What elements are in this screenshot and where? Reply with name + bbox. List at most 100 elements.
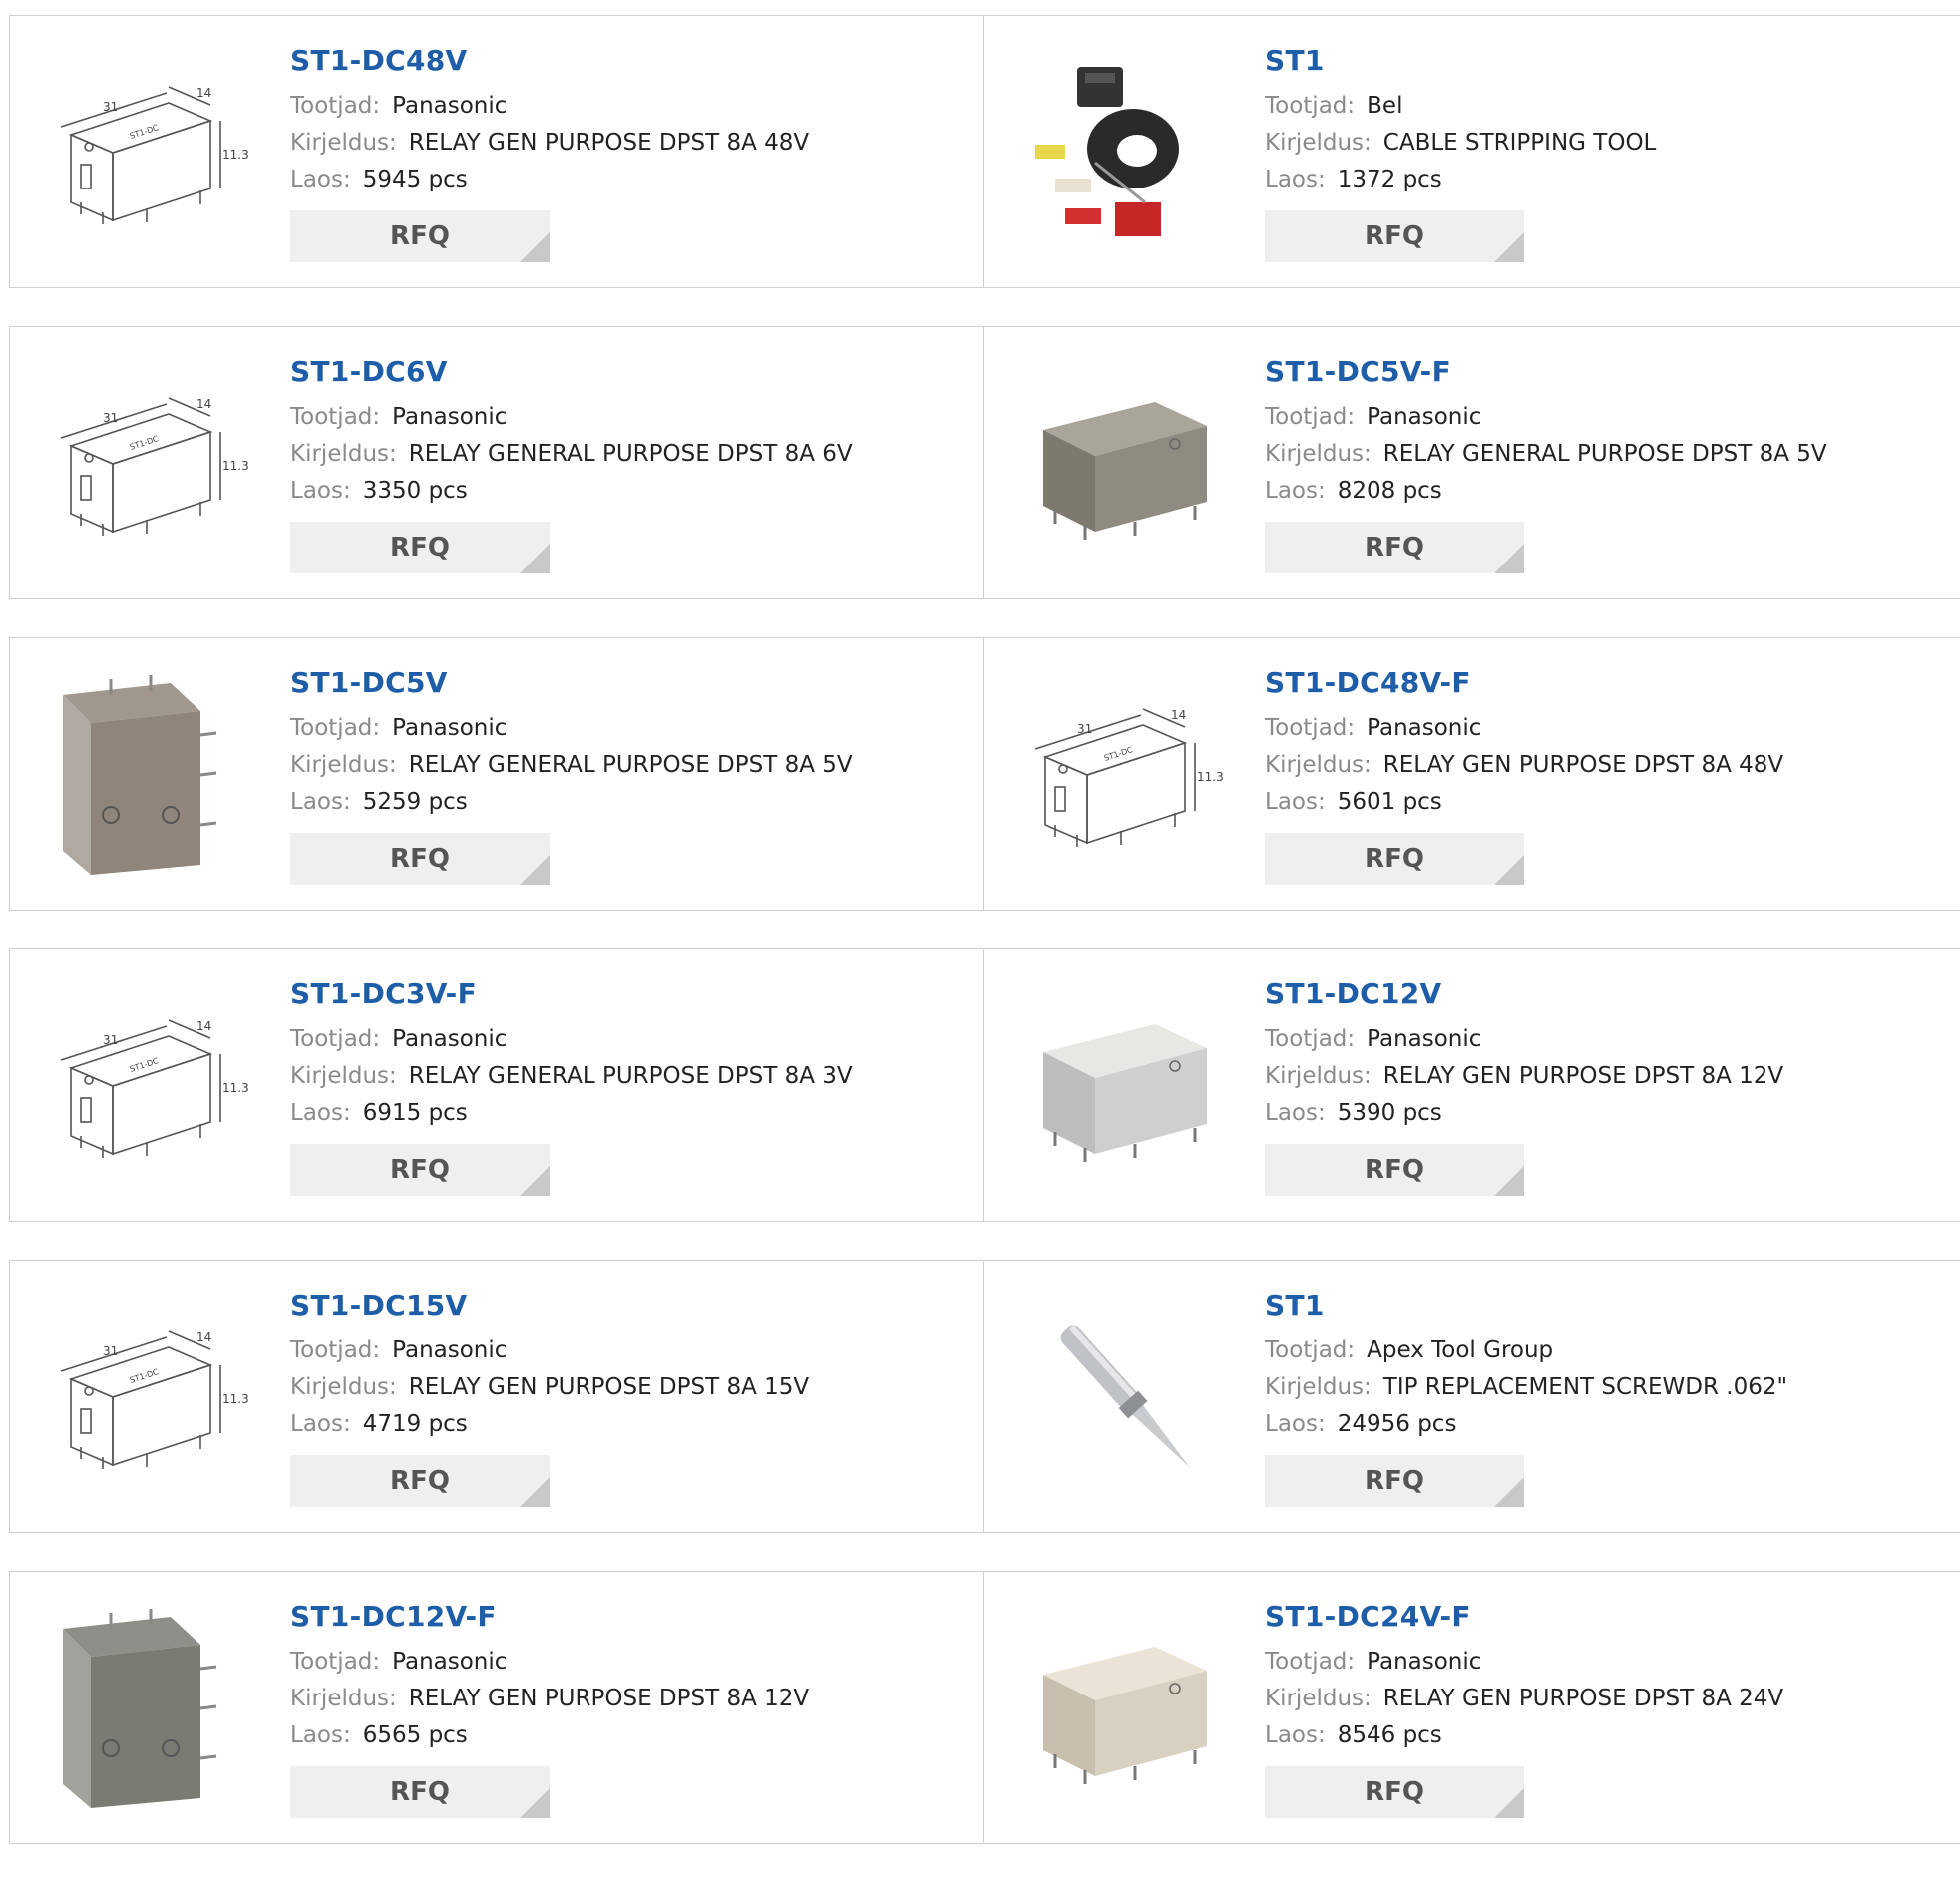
manufacturer-line: Tootjad: Panasonic	[290, 1644, 809, 1681]
product-image[interactable]	[1022, 983, 1227, 1188]
svg-text:14: 14	[1171, 708, 1186, 722]
corner-fold-icon	[520, 855, 550, 885]
rfq-button[interactable]: RFQ	[290, 210, 550, 262]
manufacturer-line: Tootjad: Panasonic	[290, 1021, 853, 1058]
rfq-label: RFQ	[1365, 844, 1424, 874]
product-info: ST1-DC15V Tootjad: Panasonic Kirjeldus: RELA…	[290, 1289, 809, 1507]
product-card: ST1-DC5V-F Tootjad: Panasonic Kirjeldus: REL…	[983, 326, 1960, 599]
product-image[interactable]: 31 14 11.3 ST1-DC	[1022, 672, 1227, 877]
rfq-button[interactable]: RFQ	[1265, 1766, 1524, 1818]
product-image[interactable]: 31 14 11.3 ST1-DC	[48, 50, 252, 254]
product-name-link[interactable]: ST1-DC5V-F	[1265, 355, 1827, 389]
manufacturer-line: Tootjad: Apex Tool Group	[1265, 1332, 1787, 1369]
stock-label: Laos:	[290, 789, 351, 815]
product-image[interactable]	[1022, 1295, 1227, 1499]
product-info: ST1-DC5V-F Tootjad: Panasonic Kirjeldus: REL…	[1265, 355, 1827, 573]
description-value: RELAY GEN PURPOSE DPST 8A 48V	[1382, 752, 1784, 778]
stock-value: 6915 pcs	[362, 1100, 468, 1126]
product-name-link[interactable]: ST1-DC5V	[290, 666, 853, 700]
description-value: RELAY GENERAL PURPOSE DPST 8A 3V	[408, 1063, 853, 1089]
product-card: 31 14 11.3 ST1-DC ST1-DC6V Tootjad: Panasonic K…	[9, 326, 985, 599]
rfq-button[interactable]: RFQ	[1265, 210, 1524, 262]
product-image[interactable]	[1022, 50, 1227, 254]
product-name-link[interactable]: ST1-DC12V	[1265, 977, 1783, 1011]
description-label: Kirjeldus:	[1265, 1686, 1372, 1711]
stock-line: Laos: 6915 pcs	[290, 1095, 853, 1132]
manufacturer-value: Panasonic	[392, 93, 508, 119]
svg-text:31: 31	[103, 1344, 118, 1358]
manufacturer-line: Tootjad: Panasonic	[290, 1332, 809, 1369]
manufacturer-line: Tootjad: Panasonic	[1265, 710, 1783, 747]
manufacturer-value: Panasonic	[392, 1337, 508, 1363]
product-name-link[interactable]: ST1	[1265, 44, 1656, 78]
description-label: Kirjeldus:	[290, 1374, 397, 1400]
product-name-link[interactable]: ST1-DC24V-F	[1265, 1600, 1783, 1634]
product-card: 31 14 11.3 ST1-DC ST1-DC48V-F Tootjad: Panason…	[983, 637, 1960, 911]
product-image[interactable]: 31 14 11.3 ST1-DC	[48, 983, 252, 1188]
description-line: Kirjeldus: RELAY GENERAL PURPOSE DPST 8A …	[1265, 436, 1827, 473]
manufacturer-label: Tootjad:	[290, 404, 381, 430]
manufacturer-label: Tootjad:	[290, 1649, 381, 1675]
rfq-button[interactable]: RFQ	[1265, 833, 1524, 885]
svg-text:ST1-DC: ST1-DC	[128, 123, 159, 141]
stock-line: Laos: 5601 pcs	[1265, 784, 1783, 821]
product-info: ST1-DC5V Tootjad: Panasonic Kirjeldus: RELAY…	[290, 666, 853, 885]
product-name-link[interactable]: ST1-DC48V	[290, 44, 809, 78]
product-card: ST1-DC5V Tootjad: Panasonic Kirjeldus: RELAY…	[9, 637, 985, 911]
rfq-button[interactable]: RFQ	[1265, 1144, 1524, 1196]
stock-label: Laos:	[1265, 789, 1326, 815]
product-image[interactable]: 31 14 11.3 ST1-DC	[48, 1295, 252, 1499]
rfq-button[interactable]: RFQ	[290, 1455, 550, 1507]
product-row: 31 14 11.3 ST1-DC ST1-DC3V-F Tootjad: Panasoni…	[9, 948, 1960, 1222]
description-line: Kirjeldus: RELAY GEN PURPOSE DPST 8A 48V	[1265, 747, 1783, 784]
svg-text:11.3: 11.3	[222, 148, 249, 162]
rfq-button[interactable]: RFQ	[290, 833, 550, 885]
product-card: ST1-DC12V Tootjad: Panasonic Kirjeldus: RELA…	[983, 948, 1960, 1222]
corner-fold-icon	[1494, 544, 1524, 573]
stock-value: 5259 pcs	[362, 789, 468, 815]
svg-text:ST1-DC: ST1-DC	[128, 1056, 159, 1074]
stock-value: 1372 pcs	[1337, 167, 1442, 192]
product-name-link[interactable]: ST1-DC6V	[290, 355, 853, 389]
svg-text:31: 31	[1077, 722, 1092, 736]
stock-label: Laos:	[290, 478, 351, 504]
rfq-button[interactable]: RFQ	[290, 1766, 550, 1818]
rfq-label: RFQ	[1365, 221, 1424, 251]
rfq-button[interactable]: RFQ	[1265, 1455, 1524, 1507]
product-image[interactable]	[48, 1606, 252, 1810]
description-value: RELAY GEN PURPOSE DPST 8A 48V	[408, 130, 810, 156]
product-row: ST1-DC12V-F Tootjad: Panasonic Kirjeldus: RE…	[9, 1571, 1960, 1844]
rfq-button[interactable]: RFQ	[1265, 522, 1524, 573]
product-name-link[interactable]: ST1	[1265, 1289, 1787, 1322]
stock-label: Laos:	[1265, 1722, 1326, 1748]
product-name-link[interactable]: ST1-DC15V	[290, 1289, 809, 1322]
product-info: ST1-DC48V Tootjad: Panasonic Kirjeldus: RELA…	[290, 44, 809, 262]
rfq-label: RFQ	[1365, 1466, 1424, 1496]
corner-fold-icon	[520, 1477, 550, 1507]
stock-line: Laos: 8208 pcs	[1265, 473, 1827, 510]
stock-line: Laos: 3350 pcs	[290, 473, 853, 510]
description-label: Kirjeldus:	[290, 1686, 397, 1711]
stock-line: Laos: 8546 pcs	[1265, 1717, 1783, 1754]
product-name-link[interactable]: ST1-DC3V-F	[290, 977, 853, 1011]
stock-value: 5390 pcs	[1337, 1100, 1442, 1126]
stock-label: Laos:	[290, 1411, 351, 1437]
product-image[interactable]	[1022, 361, 1227, 565]
product-name-link[interactable]: ST1-DC48V-F	[1265, 666, 1783, 700]
product-name-link[interactable]: ST1-DC12V-F	[290, 1600, 809, 1634]
product-image[interactable]	[1022, 1606, 1227, 1810]
product-image[interactable]	[48, 672, 252, 877]
stock-label: Laos:	[290, 1722, 351, 1748]
description-label: Kirjeldus:	[290, 752, 397, 778]
manufacturer-label: Tootjad:	[1265, 1649, 1356, 1675]
product-card: ST1 Tootjad: Bel Kirjeldus: CABLE STRIPPING …	[983, 15, 1960, 288]
svg-text:11.3: 11.3	[222, 1392, 249, 1406]
rfq-button[interactable]: RFQ	[290, 522, 550, 573]
stock-line: Laos: 5259 pcs	[290, 784, 853, 821]
product-image[interactable]: 31 14 11.3 ST1-DC	[48, 361, 252, 565]
description-line: Kirjeldus: RELAY GEN PURPOSE DPST 8A 24V	[1265, 1681, 1783, 1717]
stock-line: Laos: 4719 pcs	[290, 1406, 809, 1443]
description-label: Kirjeldus:	[1265, 1063, 1372, 1089]
rfq-button[interactable]: RFQ	[290, 1144, 550, 1196]
product-grid: 31 14 11.3 ST1-DC ST1-DC48V Tootjad: Panasonic…	[9, 15, 1960, 1882]
